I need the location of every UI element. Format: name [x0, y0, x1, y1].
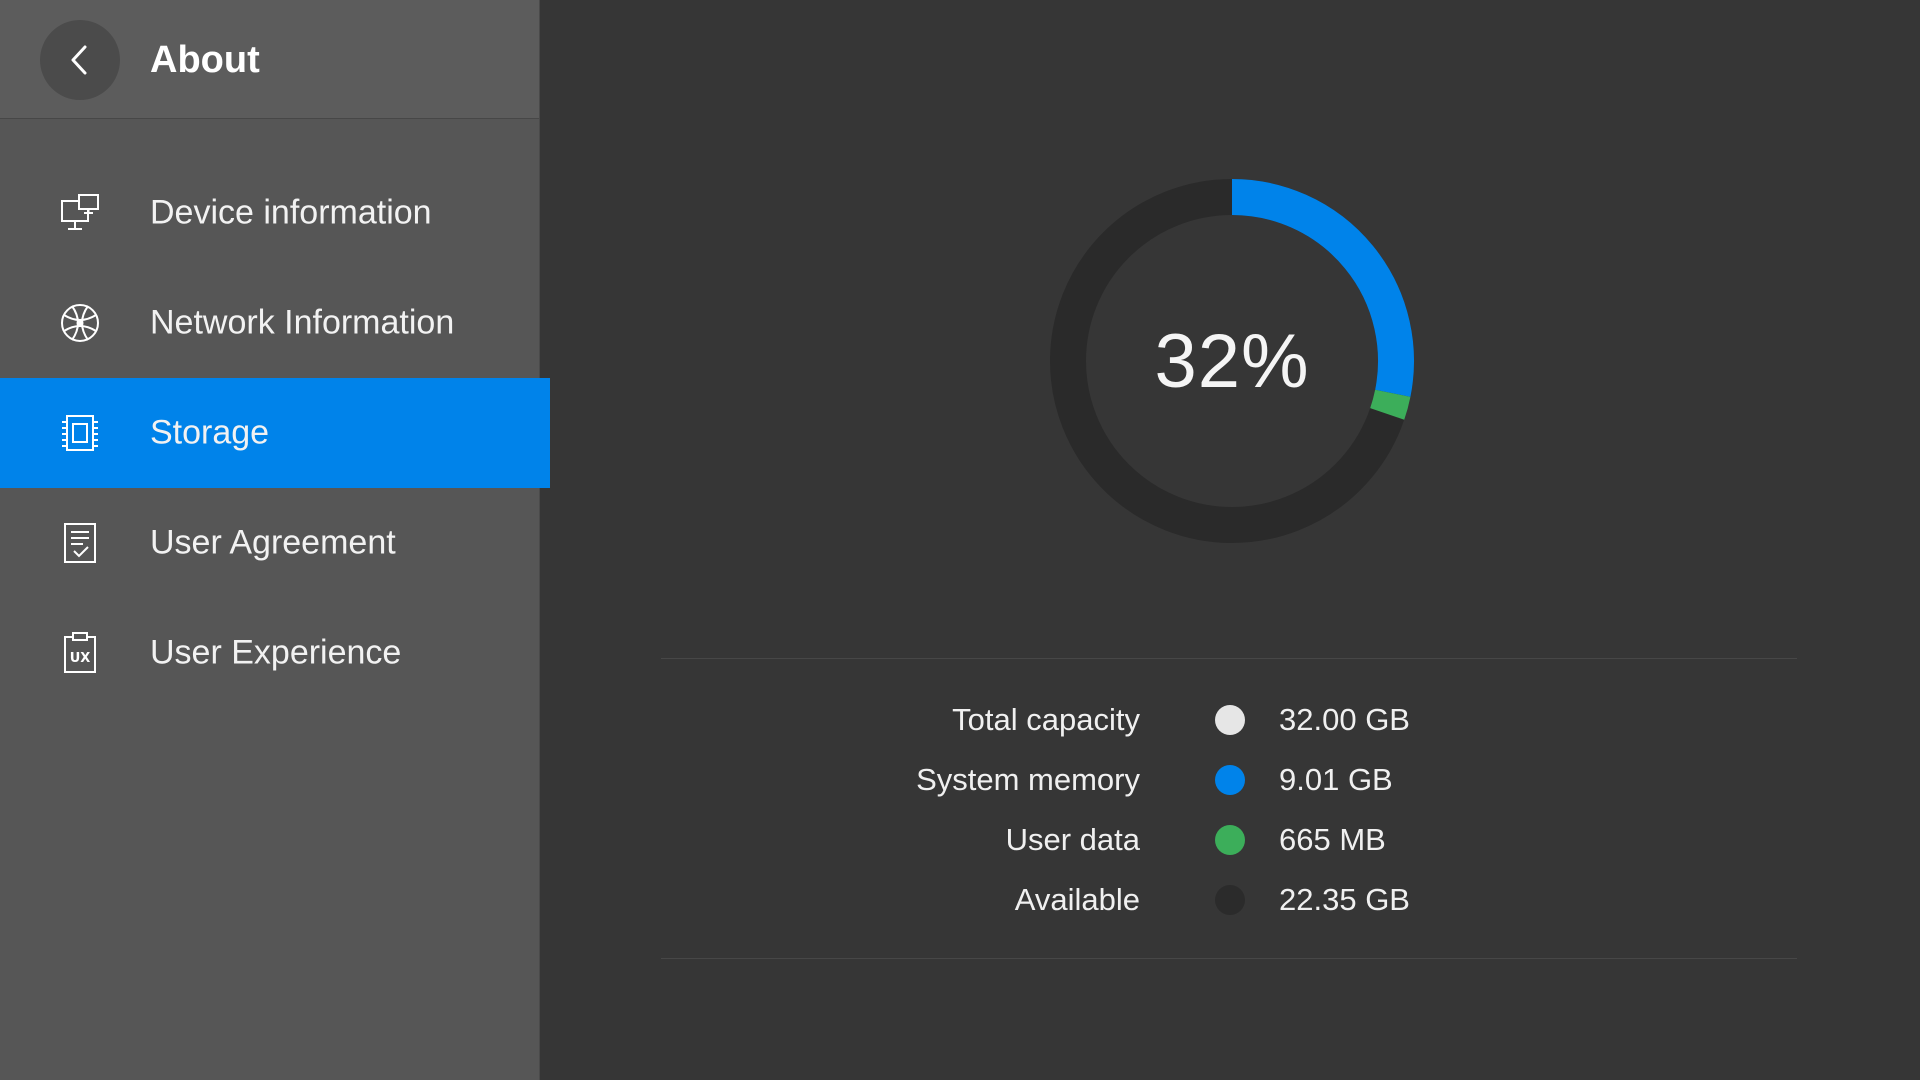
page-title: About: [150, 39, 260, 81]
back-button[interactable]: [40, 20, 120, 100]
sidebar-item-label: Network Information: [150, 303, 455, 342]
legend-value: 9.01 GB: [1279, 762, 1393, 797]
legend-label: User data: [1005, 822, 1140, 857]
chip-icon: [58, 411, 102, 455]
legend-row-user-data: User data 665 MB: [541, 810, 1920, 870]
storage-legend: Total capacity 32.00 GB System memory 9.…: [541, 690, 1920, 930]
sidebar-header: About: [0, 0, 539, 119]
legend-dot-available: [1215, 885, 1245, 915]
divider-bottom: [661, 958, 1797, 959]
sidebar-item-storage[interactable]: Storage: [0, 378, 550, 488]
legend-value: 32.00 GB: [1279, 702, 1410, 737]
device-icon: [58, 191, 102, 235]
legend-label: Total capacity: [952, 702, 1140, 737]
clipboard-ux-icon: UX: [58, 631, 102, 675]
sidebar-item-label: User Experience: [150, 633, 402, 672]
legend-label: Available: [1014, 882, 1140, 917]
divider-top: [661, 658, 1797, 659]
globe-icon: [58, 301, 102, 345]
sidebar: About Device information Network Informa…: [0, 0, 550, 1080]
sidebar-item-network-information[interactable]: Network Information: [0, 268, 539, 378]
sidebar-item-device-information[interactable]: Device information: [0, 158, 539, 268]
legend-dot-total: [1215, 705, 1245, 735]
sidebar-item-user-experience[interactable]: UX User Experience: [0, 598, 539, 708]
sidebar-item-label: User Agreement: [150, 523, 396, 562]
legend-label: System memory: [916, 762, 1140, 797]
storage-percent: 32%: [1154, 318, 1310, 404]
legend-value: 22.35 GB: [1279, 882, 1410, 917]
legend-row-system-memory: System memory 9.01 GB: [541, 750, 1920, 810]
legend-row-total-capacity: Total capacity 32.00 GB: [541, 690, 1920, 750]
app-window: About Device information Network Informa…: [0, 0, 1920, 1080]
chevron-left-icon: [71, 45, 87, 75]
sidebar-nav: Device information Network Information S…: [0, 158, 550, 708]
legend-dot-user-data: [1215, 825, 1245, 855]
legend-row-available: Available 22.35 GB: [541, 870, 1920, 930]
storage-panel: 32% Total capacity 32.00 GB System memor…: [541, 0, 1920, 1080]
legend-value: 665 MB: [1279, 822, 1386, 857]
ux-icon-glyph: UX: [70, 651, 91, 666]
document-check-icon: [58, 521, 102, 565]
sidebar-item-label: Device information: [150, 193, 432, 232]
sidebar-item-user-agreement[interactable]: User Agreement: [0, 488, 539, 598]
legend-dot-system: [1215, 765, 1245, 795]
sidebar-item-label: Storage: [150, 413, 270, 452]
